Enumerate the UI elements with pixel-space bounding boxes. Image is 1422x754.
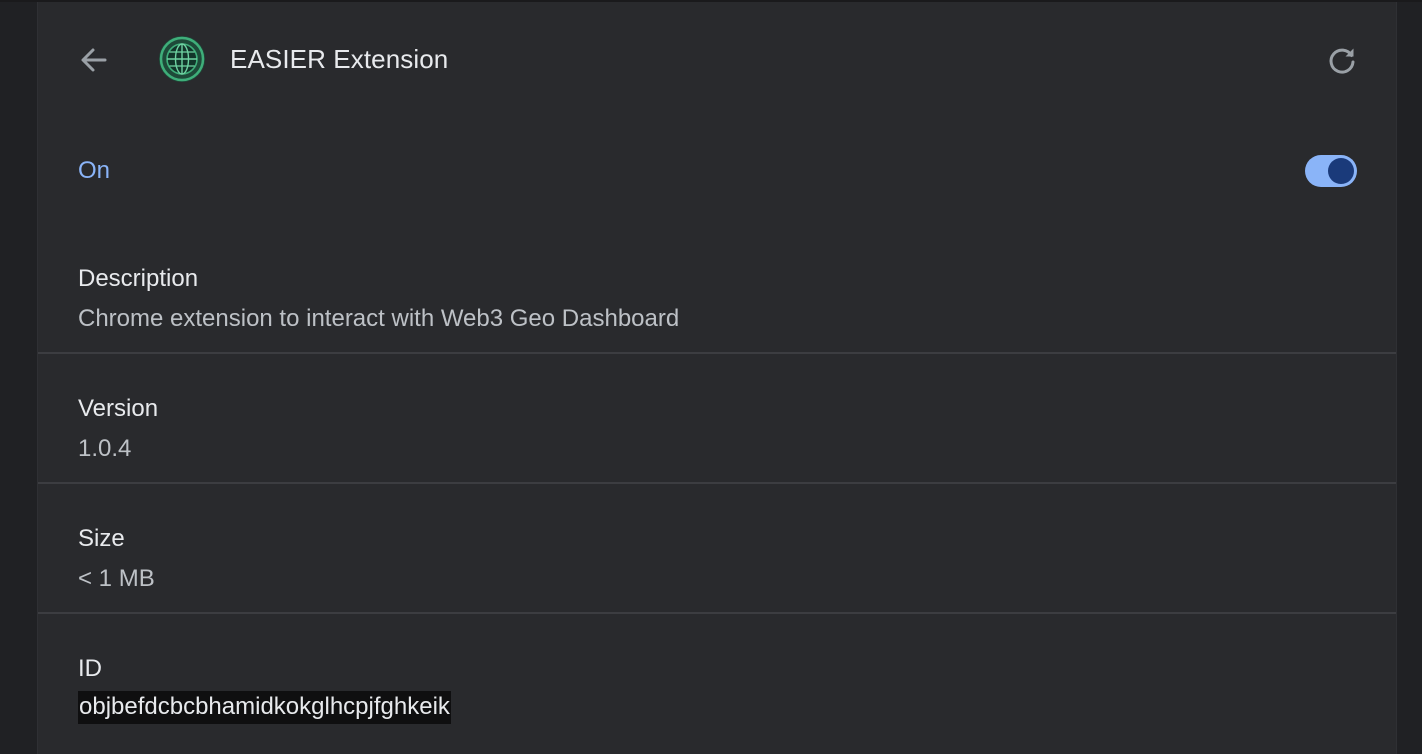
enable-row: On — [38, 114, 1396, 224]
extension-icon — [158, 35, 206, 83]
version-section: Version 1.0.4 — [38, 354, 1396, 484]
id-value-wrapper[interactable]: objbefdcbcbhamidkokglhcpjfghkeik — [78, 691, 451, 724]
size-section: Size < 1 MB — [38, 484, 1396, 614]
extension-details-card: EASIER Extension On Description Chrome e… — [37, 2, 1397, 754]
reload-icon — [1329, 48, 1355, 74]
size-value: < 1 MB — [78, 565, 155, 592]
extension-id-value[interactable]: objbefdcbcbhamidkokglhcpjfghkeik — [78, 691, 451, 724]
version-value: 1.0.4 — [78, 435, 132, 462]
description-section: Description Chrome extension to interact… — [38, 224, 1396, 354]
description-label: Description — [78, 265, 199, 292]
description-value: Chrome extension to interact with Web3 G… — [78, 305, 680, 332]
size-label: Size — [78, 525, 125, 552]
id-label: ID — [78, 655, 102, 682]
page-title: EASIER Extension — [230, 44, 449, 74]
extension-details-page: EASIER Extension On Description Chrome e… — [0, 0, 1422, 754]
back-button[interactable] — [74, 40, 114, 80]
globe-icon — [159, 36, 205, 82]
version-label: Version — [78, 395, 159, 422]
header: EASIER Extension — [38, 2, 1396, 114]
toggle-knob — [1328, 158, 1354, 184]
id-section: ID objbefdcbcbhamidkokglhcpjfghkeik — [38, 614, 1396, 744]
enable-toggle[interactable] — [1305, 155, 1357, 187]
arrow-left-icon — [81, 48, 107, 72]
status-label: On — [78, 157, 111, 184]
reload-button[interactable] — [1322, 40, 1362, 80]
